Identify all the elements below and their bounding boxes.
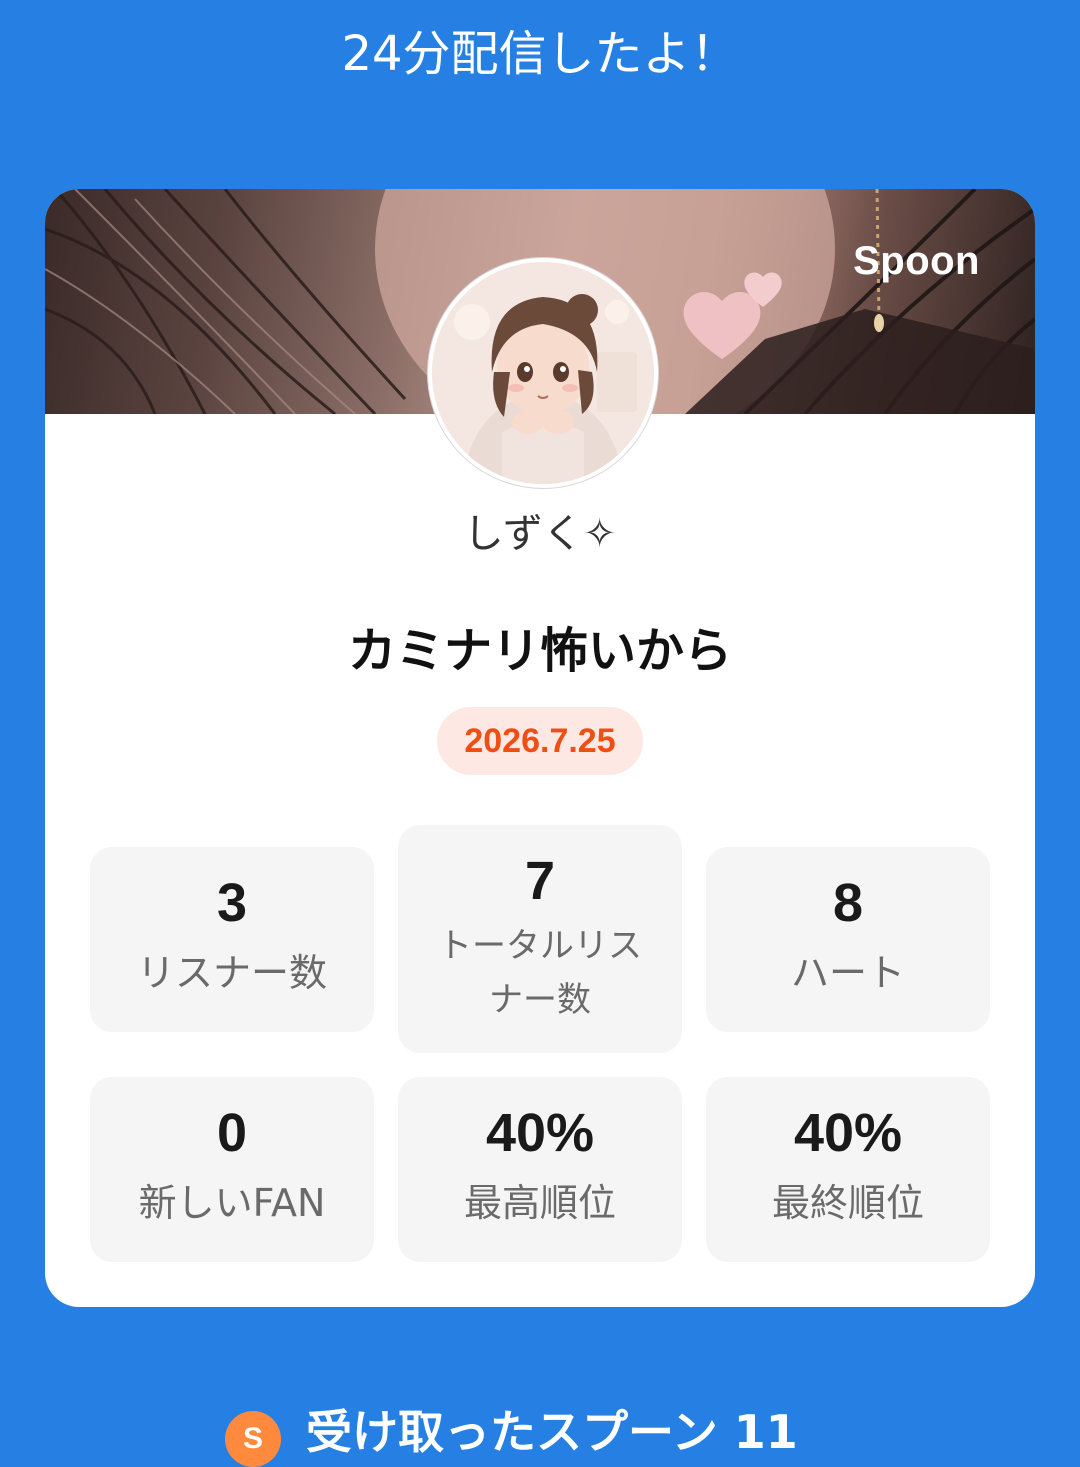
stream-summary-card: Spoon しずく✧ カミナリ怖いから 2026.7.25 3 リスナー数 7 … xyxy=(45,189,1035,1307)
spoon-coin-icon: S xyxy=(225,1411,281,1467)
stat-label: 最高順位 xyxy=(463,1181,616,1225)
stat-label: 新しいFAN xyxy=(138,1181,326,1225)
stat-highest-rank: 40% 最高順位 xyxy=(398,1077,682,1262)
stat-hearts: 8 ハート xyxy=(706,847,990,1032)
streamer-avatar[interactable] xyxy=(428,258,658,488)
stat-total-listeners: 7 トータルリスナー数 xyxy=(398,825,682,1053)
stat-final-rank: 40% 最終順位 xyxy=(706,1077,990,1262)
stat-listeners: 3 リスナー数 xyxy=(90,847,374,1032)
stream-date-badge: 2026.7.25 xyxy=(437,707,643,775)
stat-label: トータルリスナー数 xyxy=(438,926,642,1020)
stream-duration-headline: 24分配信したよ！ xyxy=(341,26,739,82)
stat-value: 8 xyxy=(832,873,864,933)
stat-value: 3 xyxy=(216,873,248,933)
stat-value: 0 xyxy=(216,1103,248,1163)
spoon-logo: Spoon xyxy=(853,239,980,283)
stat-value: 40% xyxy=(485,1103,595,1163)
received-spoons-label: 受け取ったスプーン 11 xyxy=(306,1405,798,1459)
stat-label: リスナー数 xyxy=(136,951,327,995)
streamer-name[interactable]: しずく✧ xyxy=(45,501,1035,559)
stat-new-fans: 0 新しいFAN xyxy=(90,1077,374,1262)
stream-title: カミナリ怖いから xyxy=(347,623,732,679)
stat-value: 40% xyxy=(793,1103,903,1163)
stat-label: ハート xyxy=(790,951,905,995)
stat-label: 最終順位 xyxy=(771,1181,924,1225)
stat-value: 7 xyxy=(524,851,556,911)
